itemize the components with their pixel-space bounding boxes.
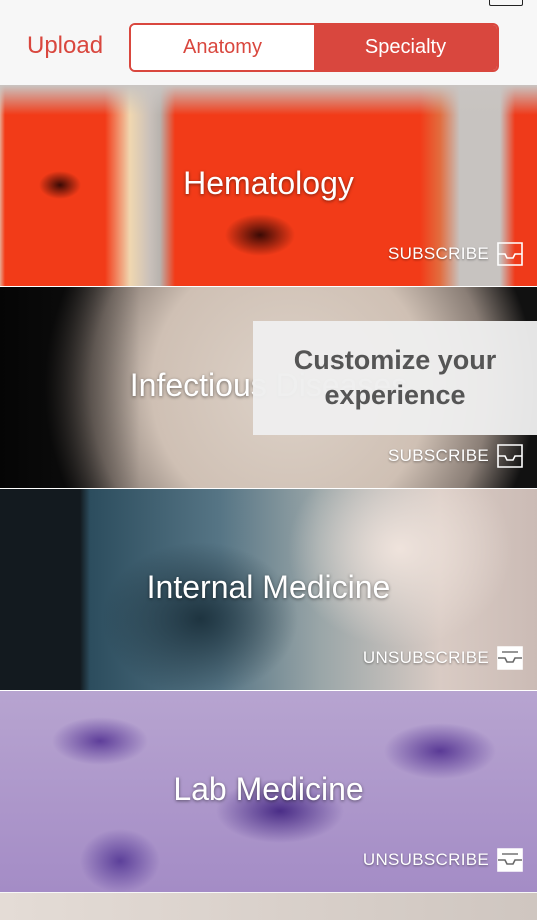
tray-empty-icon (497, 444, 523, 468)
specialty-card-hematology[interactable]: Hematology SUBSCRIBE (0, 85, 537, 286)
specialty-feed[interactable]: Hematology SUBSCRIBE Infectious Diseases… (0, 85, 537, 920)
specialty-card-lab-medicine[interactable]: Lab Medicine UNSUBSCRIBE (0, 691, 537, 892)
tray-empty-icon (497, 242, 523, 266)
card-title: Hematology (183, 165, 354, 201)
unsubscribe-button[interactable]: UNSUBSCRIBE (363, 847, 525, 873)
tray-full-icon (497, 646, 523, 670)
tooltip-text: Customize your experience (293, 345, 497, 410)
category-segmented-control: Anatomy Specialty (129, 23, 499, 72)
upload-button[interactable]: Upload (27, 32, 103, 60)
card-title: Internal Medicine (146, 569, 391, 605)
subscribe-button[interactable]: SUBSCRIBE (388, 443, 525, 469)
battery-icon (489, 0, 523, 6)
unsubscribe-label: UNSUBSCRIBE (362, 850, 489, 869)
subscribe-label: SUBSCRIBE (388, 244, 489, 263)
status-bar (0, 0, 537, 8)
subscribe-label: SUBSCRIBE (388, 446, 489, 465)
unsubscribe-label: UNSUBSCRIBE (362, 648, 489, 667)
segment-anatomy[interactable]: Anatomy (131, 25, 314, 70)
specialty-card-internal-medicine[interactable]: Internal Medicine UNSUBSCRIBE (0, 489, 537, 690)
onboarding-tooltip[interactable]: Customize your experience (253, 321, 537, 435)
nav-bar: Upload Anatomy Specialty (0, 8, 537, 85)
segment-specialty[interactable]: Specialty (314, 25, 497, 70)
tray-full-icon (497, 848, 523, 872)
specialty-card-next[interactable] (0, 893, 537, 920)
unsubscribe-button[interactable]: UNSUBSCRIBE (363, 645, 525, 671)
subscribe-button[interactable]: SUBSCRIBE (388, 241, 525, 267)
card-title: Lab Medicine (173, 771, 364, 807)
